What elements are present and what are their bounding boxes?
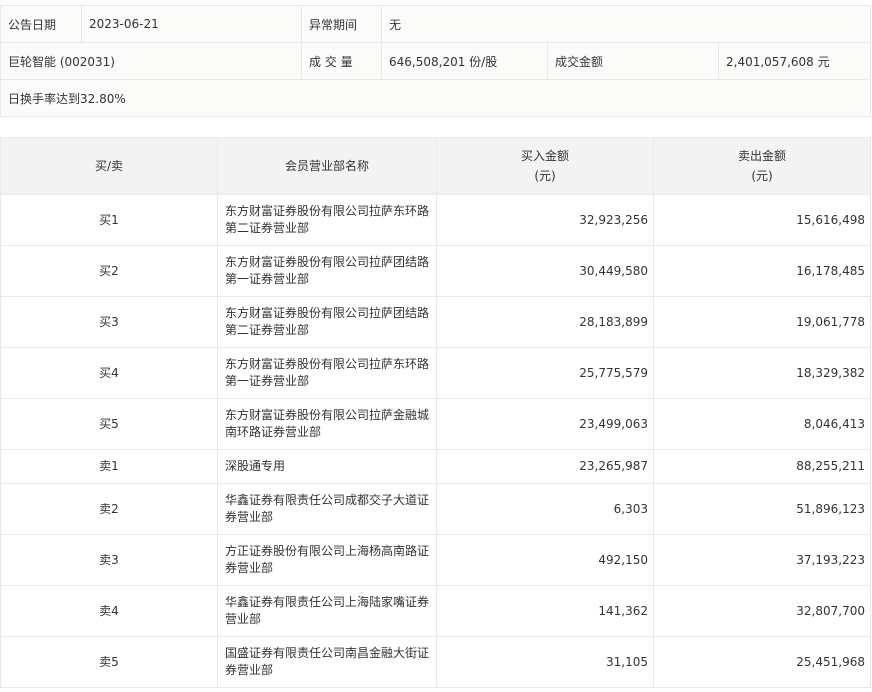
cell-sell: 32,807,700 (653, 585, 871, 637)
cell-sell: 16,178,485 (653, 245, 871, 297)
header-buy-label: 买入金额 (520, 149, 569, 163)
cell-dept: 东方财富证券股份有限公司拉萨东环路第二证券营业部 (217, 194, 437, 246)
cell-side: 买3 (0, 296, 218, 348)
cell-dept: 东方财富证券股份有限公司拉萨团结路第一证券营业部 (217, 245, 437, 297)
cell-buy: 30,449,580 (436, 245, 654, 297)
cell-sell: 25,451,968 (653, 636, 871, 688)
cell-buy: 23,499,063 (436, 398, 654, 450)
cell-buy: 28,183,899 (436, 296, 654, 348)
info-row-date: 公告日期 2023-06-21 异常期间 无 (0, 5, 872, 43)
table-header: 买/卖 会员营业部名称 买入金额 (元) 卖出金额 (元) (0, 137, 871, 195)
cell-buy: 32,923,256 (436, 194, 654, 246)
table-row: 买4 东方财富证券股份有限公司拉萨东环路第一证券营业部 25,775,579 18,3… (0, 347, 871, 399)
table-row: 卖4 华鑫证券有限责任公司上海陆家嘴证券营业部 141,362 32,807,700 (0, 585, 871, 637)
cell-side: 卖3 (0, 534, 218, 586)
info-row-reason: 日换手率达到32.80% (0, 79, 872, 117)
amount-value: 2,401,057,608 元 (717, 42, 872, 80)
cell-dept: 东方财富证券股份有限公司拉萨金融城南环路证券营业部 (217, 398, 437, 450)
cell-side: 卖2 (0, 483, 218, 535)
reason: 日换手率达到32.80% (0, 79, 872, 117)
cell-side: 买1 (0, 194, 218, 246)
table-row: 买3 东方财富证券股份有限公司拉萨团结路第二证券营业部 28,183,899 19,0… (0, 296, 871, 348)
cell-side: 买2 (0, 245, 218, 297)
period-label: 异常期间 (301, 5, 382, 43)
header-dept: 会员营业部名称 (217, 137, 437, 195)
cell-sell: 8,046,413 (653, 398, 871, 450)
announcement-info-table: 公告日期 2023-06-21 异常期间 无 巨轮智能 (002031) 成 交… (0, 5, 872, 117)
header-buy-unit: (元) (534, 169, 556, 183)
cell-sell: 37,193,223 (653, 534, 871, 586)
cell-dept: 华鑫证券有限责任公司上海陆家嘴证券营业部 (217, 585, 437, 637)
cell-dept: 国盛证券有限责任公司南昌金融大街证券营业部 (217, 636, 437, 688)
table-row: 卖5 国盛证券有限责任公司南昌金融大街证券营业部 31,105 25,451,968 (0, 636, 871, 688)
cell-dept: 华鑫证券有限责任公司成都交子大道证券营业部 (217, 483, 437, 535)
cell-buy: 25,775,579 (436, 347, 654, 399)
cell-dept: 深股通专用 (217, 449, 437, 484)
cell-buy: 23,265,987 (436, 449, 654, 484)
cell-dept: 东方财富证券股份有限公司拉萨团结路第二证券营业部 (217, 296, 437, 348)
date-label: 公告日期 (0, 5, 82, 43)
table-row: 买5 东方财富证券股份有限公司拉萨金融城南环路证券营业部 23,499,063 8,0… (0, 398, 871, 450)
cell-side: 卖4 (0, 585, 218, 637)
cell-sell: 51,896,123 (653, 483, 871, 535)
date-value: 2023-06-21 (81, 5, 302, 43)
volume-value: 646,508,201 份/股 (381, 42, 548, 80)
header-sell-unit: (元) (751, 169, 773, 183)
table-row: 买1 东方财富证券股份有限公司拉萨东环路第二证券营业部 32,923,256 15,6… (0, 194, 871, 246)
table-row: 卖3 方正证券股份有限公司上海杨高南路证券营业部 492,150 37,193,223 (0, 534, 871, 586)
cell-sell: 19,061,778 (653, 296, 871, 348)
volume-label: 成 交 量 (301, 42, 382, 80)
header-buy: 买入金额 (元) (436, 137, 654, 195)
cell-side: 买5 (0, 398, 218, 450)
cell-buy: 31,105 (436, 636, 654, 688)
info-row-volume: 巨轮智能 (002031) 成 交 量 646,508,201 份/股 成交金额… (0, 42, 872, 80)
cell-side: 卖1 (0, 449, 218, 484)
stock-name: 巨轮智能 (002031) (0, 42, 302, 80)
table-row: 卖1 深股通专用 23,265,987 88,255,211 (0, 449, 871, 484)
cell-sell: 88,255,211 (653, 449, 871, 484)
cell-dept: 方正证券股份有限公司上海杨高南路证券营业部 (217, 534, 437, 586)
cell-buy: 141,362 (436, 585, 654, 637)
period-value: 无 (380, 5, 872, 43)
cell-buy: 6,303 (436, 483, 654, 535)
cell-side: 买4 (0, 347, 218, 399)
cell-sell: 15,616,498 (653, 194, 871, 246)
header-sell-label: 卖出金额 (737, 149, 786, 163)
table-row: 卖2 华鑫证券有限责任公司成都交子大道证券营业部 6,303 51,896,123 (0, 483, 871, 535)
cell-buy: 492,150 (436, 534, 654, 586)
cell-dept: 东方财富证券股份有限公司拉萨东环路第一证券营业部 (217, 347, 437, 399)
cell-sell: 18,329,382 (653, 347, 871, 399)
header-side: 买/卖 (0, 137, 218, 195)
header-sell: 卖出金额 (元) (653, 137, 871, 195)
table-row: 买2 东方财富证券股份有限公司拉萨团结路第一证券营业部 30,449,580 16,1… (0, 245, 871, 297)
amount-label: 成交金额 (547, 42, 719, 80)
trading-departments-table: 买/卖 会员营业部名称 买入金额 (元) 卖出金额 (元) 买1 东方财富证券股份有限… (0, 137, 871, 688)
cell-side: 卖5 (0, 636, 218, 688)
